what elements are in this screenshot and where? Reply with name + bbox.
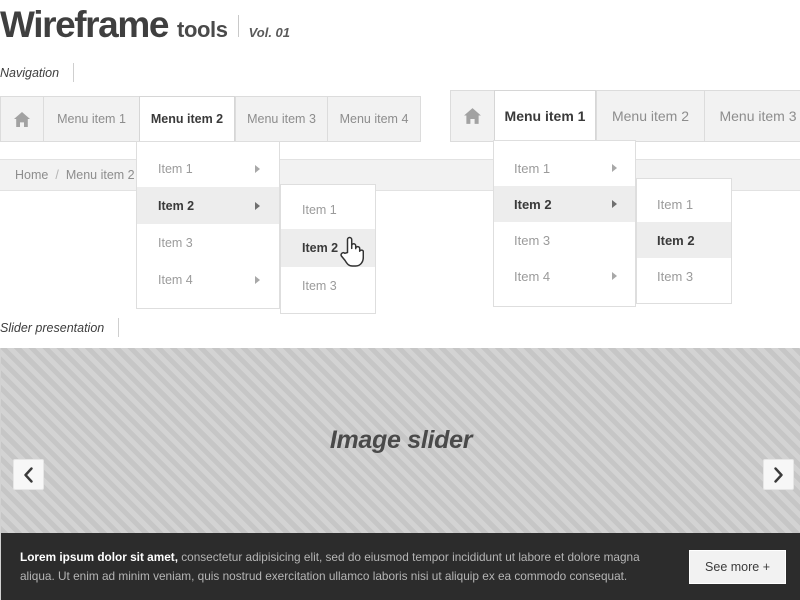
section-label-slider: Slider presentation <box>0 318 120 337</box>
see-more-button[interactable]: See more + <box>689 549 786 584</box>
menu-item-left-l2-3[interactable]: Item 3 <box>281 267 375 305</box>
slider-caption-bar: Lorem ipsum dolor sit amet, consectetur … <box>1 533 800 600</box>
logo-primary: Wireframe <box>0 4 169 45</box>
menu-item-left-l1-3[interactable]: Item 3 <box>137 224 279 261</box>
menu-item-right-l1-3[interactable]: Item 3 <box>494 222 635 258</box>
chevron-right-icon <box>774 466 783 483</box>
slider-prev-button[interactable] <box>13 459 44 490</box>
nav-tab-left-4-label: Menu item 4 <box>339 112 409 126</box>
section-label-divider <box>73 63 75 82</box>
nav-tab-right-3-label: Menu item 3 <box>719 108 797 124</box>
section-label-divider <box>118 318 120 337</box>
menu-item-left-l1-2[interactable]: Item 2 <box>137 187 279 224</box>
nav-home-button-left[interactable] <box>0 96 43 142</box>
nav-tab-left-3[interactable]: Menu item 3 <box>235 96 327 142</box>
menu-item-left-l1-2-label: Item 2 <box>158 198 195 213</box>
slider-next-button[interactable] <box>763 459 794 490</box>
wireframe-page: Wireframe tools Vol. 01 Navigation Home … <box>0 0 800 600</box>
nav-tab-left-1[interactable]: Menu item 1 <box>43 96 139 142</box>
menu-item-right-l2-3-label: Item 3 <box>657 268 694 284</box>
dropdown-menu-right-level2: Item 1 Item 2 Item 3 <box>636 178 732 304</box>
nav-tab-right-3[interactable]: Menu item 3 <box>704 90 800 142</box>
menu-item-right-l2-2-label: Item 2 <box>657 232 695 248</box>
chevron-right-icon <box>255 201 260 210</box>
menu-item-right-l2-1-label: Item 1 <box>657 196 694 212</box>
dropdown-menu-left-level1: Item 1 Item 2 Item 3 Item 4 <box>136 141 280 309</box>
home-icon <box>14 111 30 127</box>
section-label-navigation: Navigation <box>0 63 75 82</box>
chevron-right-icon <box>612 164 617 172</box>
menu-item-right-l2-3[interactable]: Item 3 <box>637 258 731 294</box>
menu-item-right-l1-3-label: Item 3 <box>514 232 551 248</box>
menu-item-left-l1-3-label: Item 3 <box>158 235 193 250</box>
logo-divider <box>237 15 239 37</box>
slider-caption-text: Lorem ipsum dolor sit amet, consectetur … <box>1 548 689 586</box>
nav-home-button-right[interactable] <box>450 90 494 142</box>
menu-item-right-l1-2[interactable]: Item 2 <box>494 186 635 222</box>
breadcrumb-home[interactable]: Home <box>15 168 48 182</box>
nav-tab-left-3-label: Menu item 3 <box>247 112 316 126</box>
menu-item-right-l1-1[interactable]: Item 1 <box>494 150 635 186</box>
chevron-right-icon <box>255 164 260 173</box>
menu-item-left-l2-3-label: Item 3 <box>302 279 337 293</box>
chevron-right-icon <box>612 200 617 208</box>
section-label-navigation-text: Navigation <box>0 65 60 80</box>
menu-item-left-l1-1-label: Item 1 <box>158 161 193 176</box>
breadcrumb-separator: / <box>55 168 59 182</box>
chevron-right-icon <box>612 272 617 280</box>
menu-item-right-l1-2-label: Item 2 <box>514 196 552 212</box>
breadcrumb-current: Menu item 2 <box>65 168 135 182</box>
nav-tab-right-1-label: Menu item 1 <box>504 108 586 124</box>
slider-title: Image slider <box>329 426 473 454</box>
menu-item-left-l2-1-label: Item 1 <box>302 203 337 217</box>
nav-tab-right-1[interactable]: Menu item 1 <box>494 90 596 142</box>
chevron-right-icon <box>255 275 260 284</box>
menu-item-left-l1-4[interactable]: Item 4 <box>137 261 279 298</box>
menu-item-right-l2-1[interactable]: Item 1 <box>637 186 731 222</box>
menu-item-right-l2-2[interactable]: Item 2 <box>637 222 731 258</box>
nav-tab-right-2[interactable]: Menu item 2 <box>596 90 704 142</box>
navigation-bar-right: Menu item 1 Menu item 2 Menu item 3 <box>450 90 800 142</box>
nav-tab-left-2-label: Menu item 2 <box>150 112 224 126</box>
navigation-bar-left: Menu item 1 Menu item 2 Menu item 3 Menu… <box>0 96 421 142</box>
menu-item-left-l2-2-label: Item 2 <box>302 241 339 255</box>
slider-caption-lead: Lorem ipsum dolor sit amet, <box>20 549 178 564</box>
home-icon <box>464 108 481 124</box>
volume-label: Vol. 01 <box>248 25 291 40</box>
nav-tab-left-4[interactable]: Menu item 4 <box>327 96 421 142</box>
section-label-slider-text: Slider presentation <box>0 320 105 335</box>
nav-tab-left-2[interactable]: Menu item 2 <box>139 96 235 142</box>
menu-item-right-l1-1-label: Item 1 <box>514 160 551 176</box>
masthead: Wireframe tools Vol. 01 <box>0 2 290 48</box>
nav-tab-left-1-label: Menu item 1 <box>57 112 126 126</box>
chevron-left-icon <box>24 466 33 483</box>
image-slider: Image slider Lorem ipsum dolor sit amet,… <box>0 348 800 600</box>
menu-item-right-l1-4[interactable]: Item 4 <box>494 258 635 294</box>
dropdown-menu-right-level1: Item 1 Item 2 Item 3 Item 4 <box>493 140 636 307</box>
logo-secondary: tools <box>177 17 228 42</box>
menu-item-left-l2-1[interactable]: Item 1 <box>281 191 375 229</box>
pointer-hand-cursor <box>340 236 364 267</box>
menu-item-right-l1-4-label: Item 4 <box>514 268 551 284</box>
nav-tab-right-2-label: Menu item 2 <box>611 108 690 124</box>
menu-item-left-l1-4-label: Item 4 <box>158 272 193 287</box>
menu-item-left-l1-1[interactable]: Item 1 <box>137 150 279 187</box>
